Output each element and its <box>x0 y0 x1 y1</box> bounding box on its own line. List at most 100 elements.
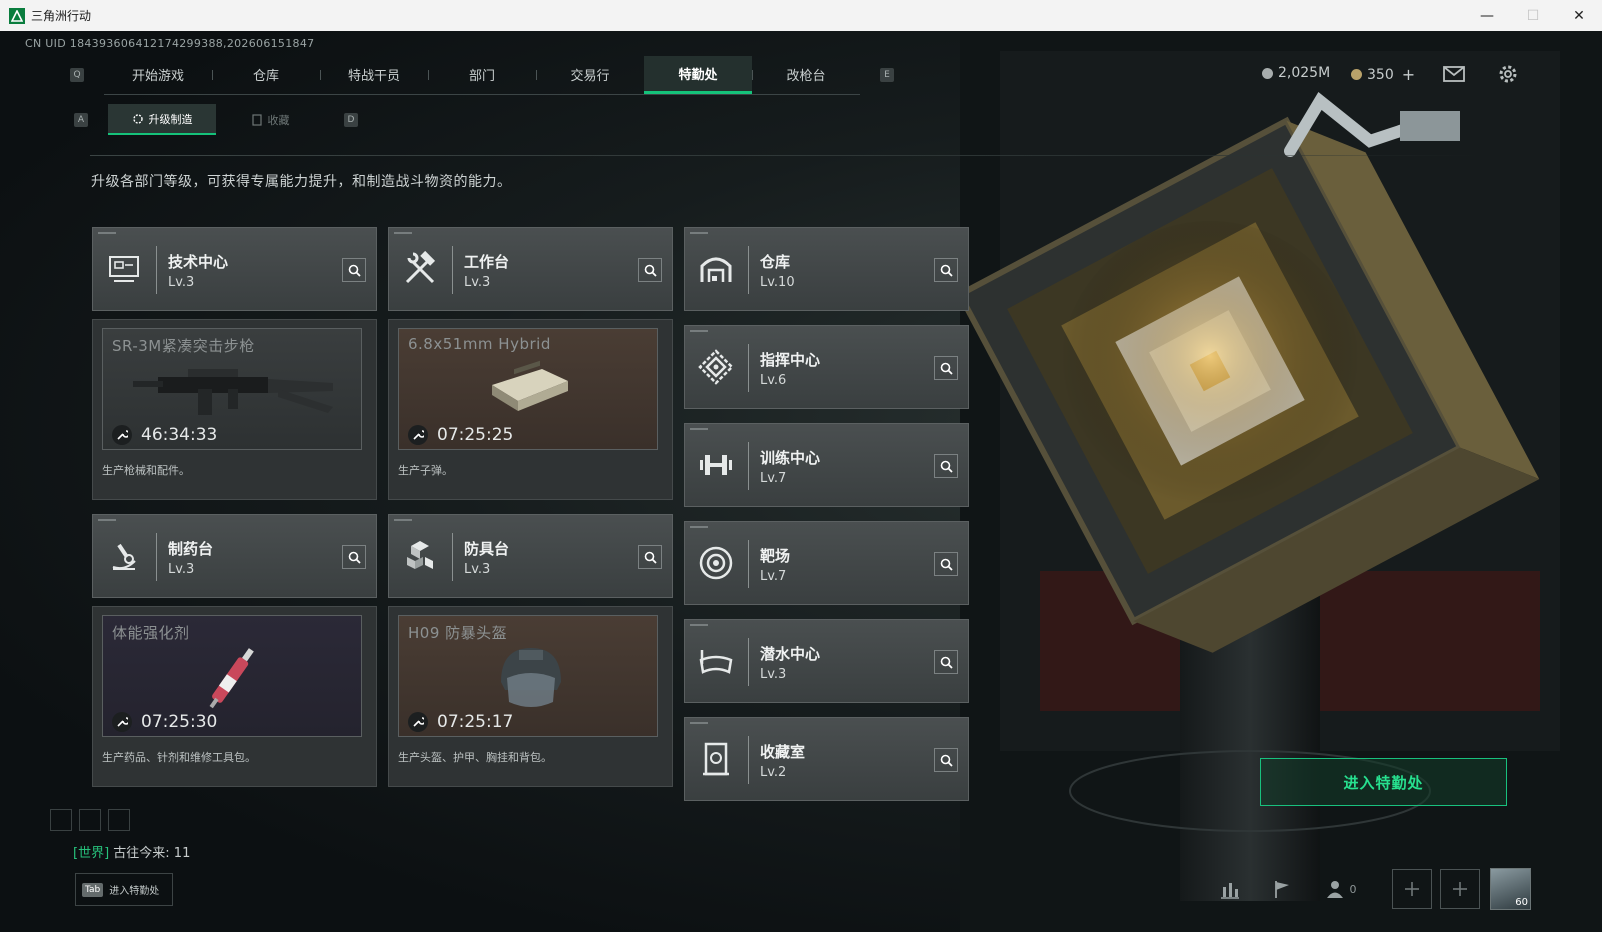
plus-icon <box>1453 882 1467 896</box>
production-description: 生产枪械和配件。 <box>102 464 190 477</box>
trophy-case-icon <box>695 736 737 782</box>
tab-gunsmith[interactable]: 改枪台 <box>752 56 860 94</box>
tab-enter-hint[interactable]: Tab 进入特勤处 <box>75 873 173 906</box>
magnifier-icon[interactable] <box>934 650 958 674</box>
page-description: 升级各部门等级，可获得专属能力提升，和制造战斗物资的能力。 <box>91 174 512 190</box>
facility-name: 工作台 <box>464 253 510 271</box>
production-panel-armor-bench[interactable]: H09 防暴头盔 07:25:17 生产头盔、护甲、胸挂和背包。 <box>388 606 673 787</box>
production-slot[interactable]: 体能强化剂 07:25:30 <box>102 615 362 737</box>
subnav-prev-key[interactable]: A <box>74 112 88 127</box>
invite-slot-2-button[interactable] <box>1440 869 1480 909</box>
facility-card-tech-center[interactable]: 技术中心 Lv.3 <box>92 227 377 311</box>
facility-name: 靶场 <box>760 547 791 565</box>
invite-slot-1-button[interactable] <box>1392 869 1432 909</box>
stats-chart-icon[interactable] <box>1210 869 1250 909</box>
top-nav: Q 开始游戏 仓库 特战干员 部门 交易行 特勤处 改枪台 E <box>70 55 894 95</box>
facility-card-shooting-range[interactable]: 靶场 Lv.7 <box>684 521 969 605</box>
add-currency-button[interactable]: + <box>1402 65 1415 84</box>
magnifier-icon[interactable] <box>638 258 662 282</box>
window-titlebar: 三角洲行动 — ☐ ✕ <box>0 0 1602 31</box>
facility-card-command-center[interactable]: 指挥中心 Lv.6 <box>684 325 969 409</box>
currency-havoc-coins[interactable]: 2,025M <box>1262 65 1330 81</box>
subtab-upgrade-craft[interactable]: 升级制造 <box>108 104 216 135</box>
facility-level: Lv.3 <box>464 275 491 290</box>
friends-count: 0 <box>1349 882 1357 896</box>
settings-gear-icon[interactable] <box>1497 63 1519 85</box>
friends-icon <box>1326 881 1343 898</box>
production-description: 生产头盔、护甲、胸挂和背包。 <box>398 751 552 764</box>
production-panel-workbench[interactable]: 6.8x51mm Hybrid 07:25:25 生产子弹。 <box>388 319 673 500</box>
facility-card-pharmacy[interactable]: 制药台 Lv.3 <box>92 514 377 598</box>
player-uid: CN UID 1843936064121742993​88,2026061518… <box>25 37 315 50</box>
production-timer: 07:25:25 <box>437 425 514 445</box>
production-timer: 07:25:30 <box>141 712 218 732</box>
tab-warehouse[interactable]: 仓库 <box>212 56 320 94</box>
facility-name: 潜水中心 <box>760 645 821 663</box>
cubes-icon <box>399 533 441 579</box>
maximize-button[interactable]: ☐ <box>1510 0 1556 31</box>
tab-start-game[interactable]: 开始游戏 <box>104 56 212 94</box>
mail-icon[interactable] <box>1443 63 1465 85</box>
currency-value-2: 350 <box>1367 66 1394 83</box>
enter-special-ops-button[interactable]: 进入特勤处 <box>1260 758 1507 806</box>
ammo-box-icon <box>492 360 568 411</box>
friends-button[interactable]: 0 <box>1316 869 1366 909</box>
production-slot[interactable]: 6.8x51mm Hybrid 07:25:25 <box>398 328 658 450</box>
wrench-icon <box>408 425 428 445</box>
tab-special-ops[interactable]: 特勤处 <box>644 55 752 94</box>
facility-card-armor-bench[interactable]: 防具台 Lv.3 <box>388 514 673 598</box>
magnifier-icon[interactable] <box>342 258 366 282</box>
facility-level: Lv.10 <box>760 275 795 290</box>
currency-premium[interactable]: 350 + <box>1351 65 1415 84</box>
wrench-icon <box>112 712 132 732</box>
magnifier-icon[interactable] <box>638 545 662 569</box>
magnifier-icon[interactable] <box>342 545 366 569</box>
production-panel-pharmacy[interactable]: 体能强化剂 07:25:30 生产药品、针剂和维修工具包。 <box>92 606 377 787</box>
facility-card-storage[interactable]: 仓库 Lv.10 <box>684 227 969 311</box>
facility-name: 仓库 <box>760 253 791 271</box>
currency-value-1: 2,025M <box>1278 65 1331 81</box>
nav-prev-key[interactable]: Q <box>70 68 84 82</box>
production-panel-tech-center[interactable]: SR-3M紧凑突击步枪 46:34:33 生产枪械和配件。 <box>92 319 377 500</box>
tab-operators[interactable]: 特战干员 <box>320 56 428 94</box>
tab-department[interactable]: 部门 <box>428 56 536 94</box>
magnifier-icon[interactable] <box>934 552 958 576</box>
sub-nav: A 升级制造 收藏 D <box>74 104 358 135</box>
facility-card-collection-room[interactable]: 收藏室 Lv.2 <box>684 717 969 801</box>
subtab-collection[interactable]: 收藏 <box>216 104 324 135</box>
diving-mask-icon <box>695 638 737 684</box>
subnav-next-key[interactable]: D <box>344 112 358 127</box>
facility-card-training-center[interactable]: 训练中心 Lv.7 <box>684 423 969 507</box>
facility-card-workbench[interactable]: 工作台 Lv.3 <box>388 227 673 311</box>
flag-icon[interactable] <box>1262 869 1302 909</box>
production-description: 生产药品、针剂和维修工具包。 <box>102 751 256 764</box>
dumbbell-icon <box>695 442 737 488</box>
world-chat[interactable]: [世界] 古往今来: 11 <box>73 842 190 861</box>
magnifier-icon[interactable] <box>934 454 958 478</box>
plus-icon <box>1405 882 1419 896</box>
magnifier-icon[interactable] <box>934 356 958 380</box>
divider <box>90 155 1480 156</box>
wrench-icon <box>408 712 428 732</box>
coin-icon <box>1262 67 1273 79</box>
magnifier-icon[interactable] <box>934 258 958 282</box>
hammer-wrench-icon <box>399 246 441 292</box>
nav-next-key[interactable]: E <box>880 68 894 82</box>
production-item-name: 6.8x51mm Hybrid <box>408 335 551 353</box>
player-avatar[interactable]: 60 <box>1490 868 1531 910</box>
production-description: 生产子弹。 <box>398 464 453 477</box>
game-screen: CN UID 1843936064121742993​88,2026061518… <box>0 31 1602 932</box>
injector-icon <box>209 648 254 709</box>
tab-trading[interactable]: 交易行 <box>536 56 644 94</box>
facility-name: 制药台 <box>168 540 214 558</box>
facility-name: 防具台 <box>464 540 510 558</box>
close-button[interactable]: ✕ <box>1556 0 1602 31</box>
facility-level: Lv.3 <box>464 562 491 577</box>
production-slot[interactable]: SR-3M紧凑突击步枪 46:34:33 <box>102 328 362 450</box>
production-slot[interactable]: H09 防暴头盔 07:25:17 <box>398 615 658 737</box>
magnifier-icon[interactable] <box>934 748 958 772</box>
computer-icon <box>103 246 145 292</box>
minimize-button[interactable]: — <box>1464 0 1510 31</box>
facility-card-diving-center[interactable]: 潜水中心 Lv.3 <box>684 619 969 703</box>
tab-key: Tab <box>82 882 104 897</box>
